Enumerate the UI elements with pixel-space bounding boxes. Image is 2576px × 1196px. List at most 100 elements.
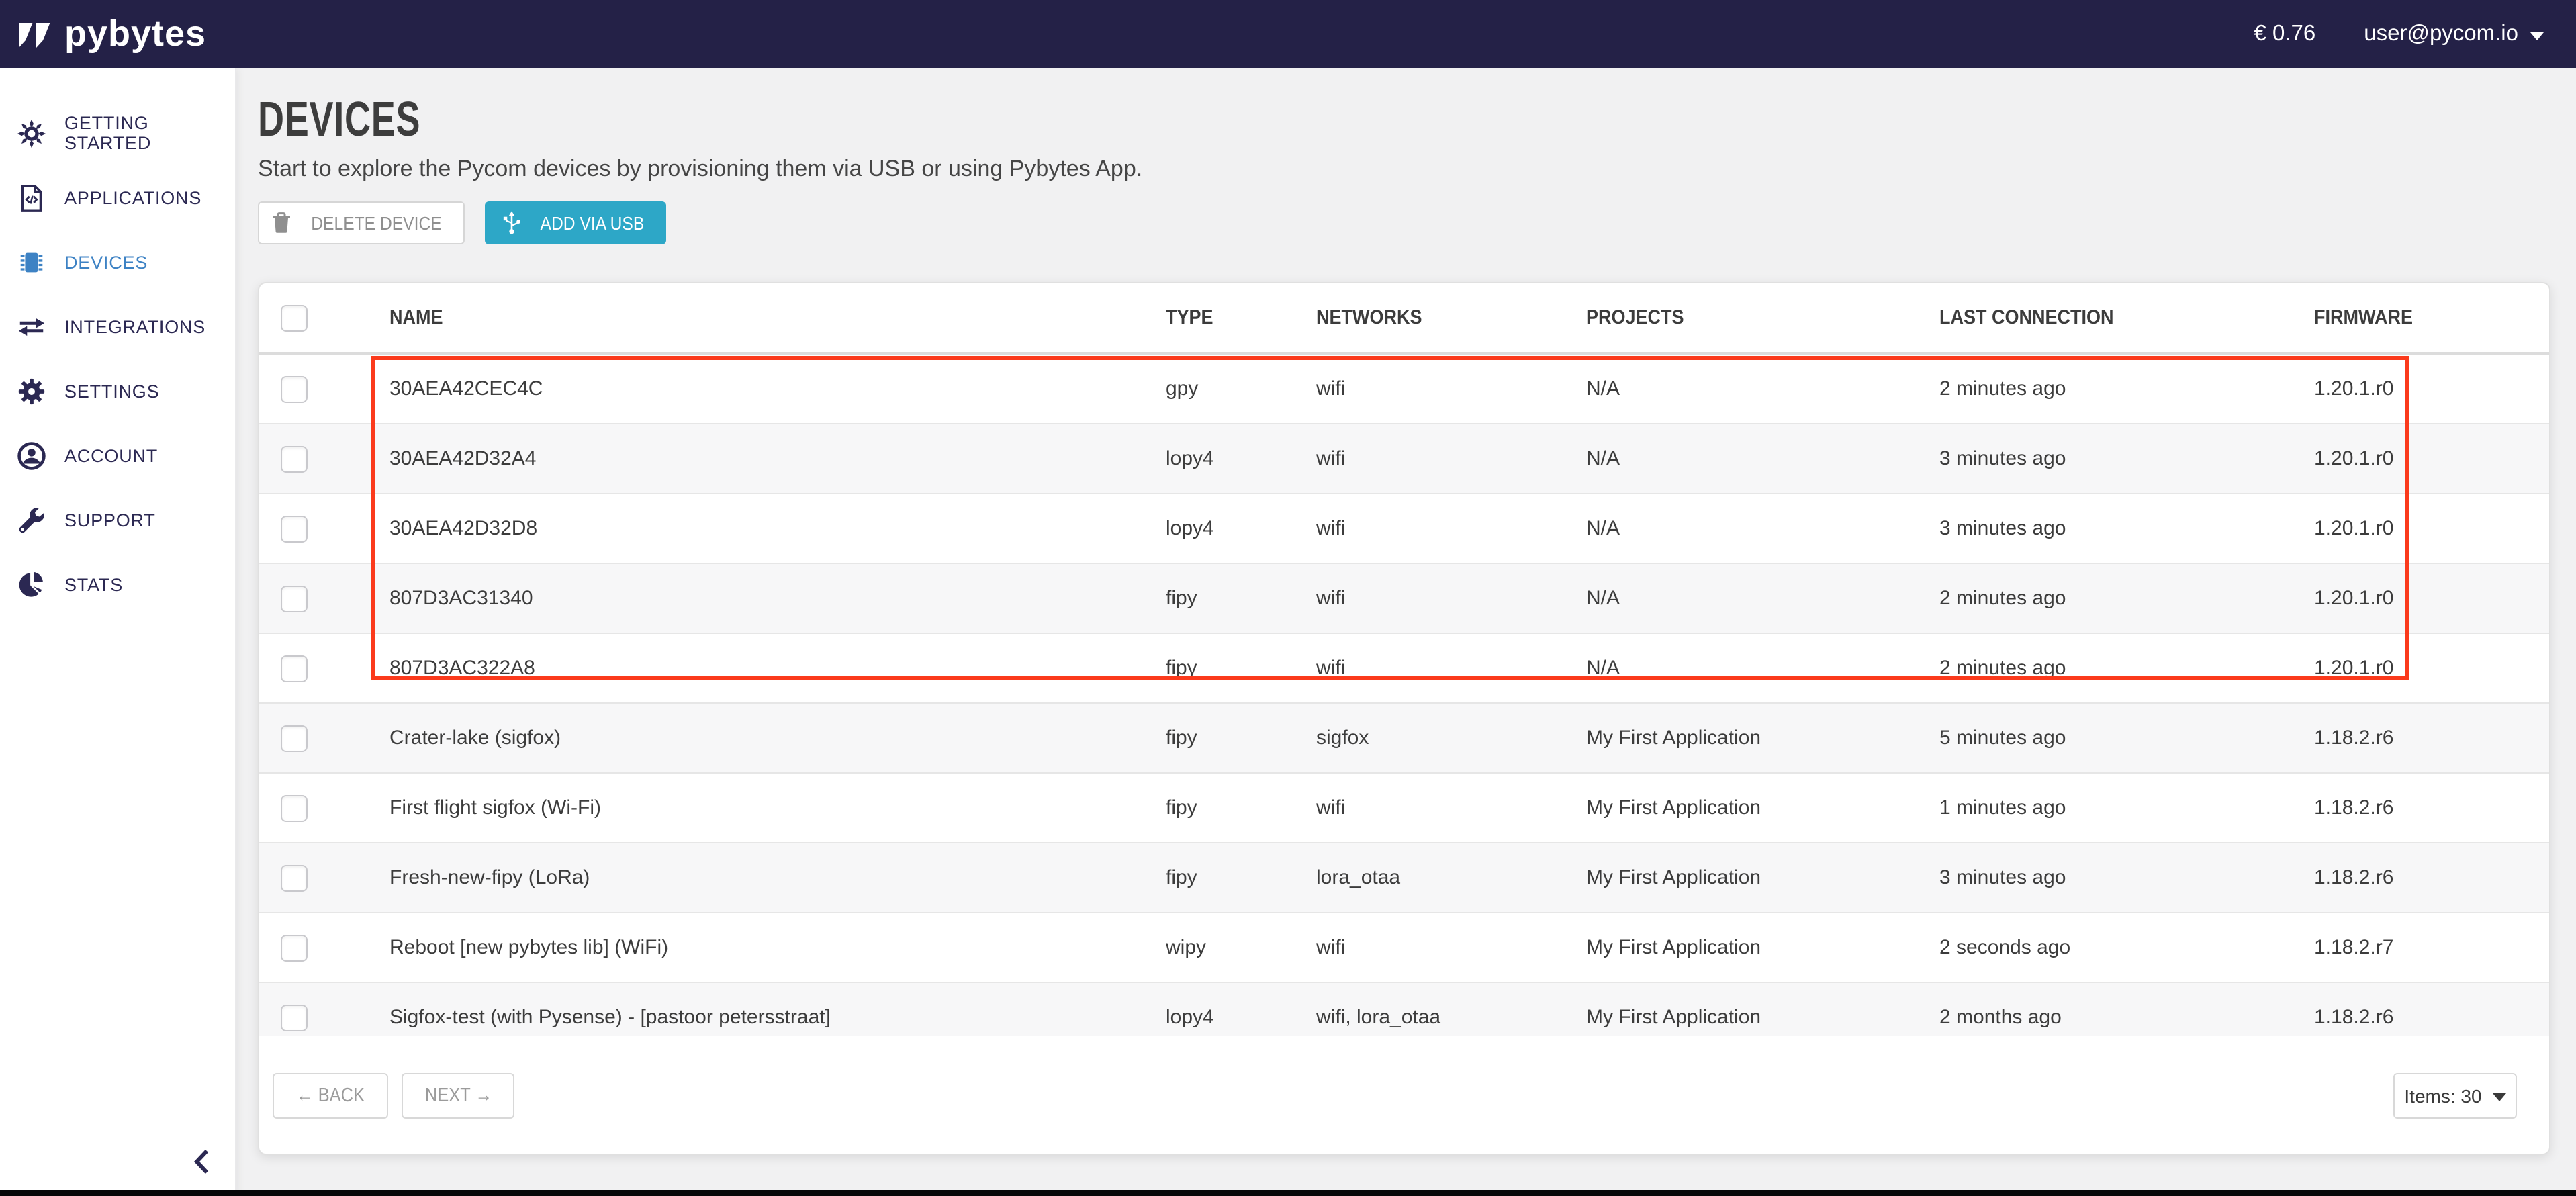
device-name: 30AEA42D32A4 [389,447,1166,470]
row-checkbox[interactable] [281,655,308,682]
add-via-usb-label: ADD VIA USB [540,212,644,234]
device-networks: wifi [1316,517,1586,540]
table-row[interactable]: 30AEA42D32A4 lopy4 wifi N/A 3 minutes ag… [259,424,2549,494]
device-type: lopy4 [1166,447,1316,470]
device-type: fipy [1166,657,1316,680]
table-row[interactable]: 807D3AC31340 fipy wifi N/A 2 minutes ago… [259,564,2549,634]
main-content: DEVICES Start to explore the Pycom devic… [235,68,2576,1196]
table-row[interactable]: Reboot [new pybytes lib] (WiFi) wipy wif… [259,913,2549,983]
sidebar-item-support[interactable]: SUPPORT [0,488,235,552]
account-balance: € 0.76 [2254,21,2316,47]
sidebar-item-applications[interactable]: APPLICATIONS [0,165,235,230]
devices-table: NAME TYPE NETWORKS PROJECTS LAST CONNECT… [258,282,2550,1155]
sidebar-item-label: SUPPORT [64,510,156,530]
next-button[interactable]: NEXT → [402,1073,514,1119]
sidebar-item-settings[interactable]: SETTINGS [0,359,235,423]
device-type: wipy [1166,936,1316,959]
device-firmware: 1.18.2.r7 [2314,936,2549,959]
device-firmware: 1.20.1.r0 [2314,447,2549,470]
device-firmware: 1.20.1.r0 [2314,657,2549,680]
chevron-down-icon [2493,1093,2506,1101]
table-row[interactable]: 30AEA42D32D8 lopy4 wifi N/A 3 minutes ag… [259,494,2549,564]
items-per-page-dropdown[interactable]: Items: 30 [2393,1073,2517,1119]
sidebar-item-label: DEVICES [64,252,148,272]
sidebar-collapse-button[interactable] [185,1145,218,1177]
device-last-connection: 5 minutes ago [1939,727,2314,749]
column-header-type: TYPE [1166,306,1316,329]
sidebar-item-label: APPLICATIONS [64,187,201,208]
user-email: user@pycom.io [2364,21,2518,47]
device-name: Reboot [new pybytes lib] (WiFi) [389,936,1166,959]
next-label: NEXT → [424,1085,492,1107]
device-projects: N/A [1586,447,1939,470]
sidebar-item-getting-started[interactable]: GETTING STARTED [0,101,235,165]
pagination-bar: ← BACK NEXT → Items: 30 [259,1036,2549,1154]
sidebar-item-label: GETTING STARTED [64,113,235,153]
user-menu[interactable]: user@pycom.io [2364,21,2544,47]
device-projects: My First Application [1586,936,1939,959]
device-type: fipy [1166,866,1316,889]
device-firmware: 1.20.1.r0 [2314,377,2549,400]
row-checkbox[interactable] [281,794,308,821]
gear-icon [16,375,47,406]
column-header-firmware: FIRMWARE [2314,306,2549,329]
device-networks: wifi [1316,657,1586,680]
sidebar-item-label: SETTINGS [64,381,159,401]
sidebar-item-label: INTEGRATIONS [64,316,205,336]
page-title: DEVICES [258,95,1996,144]
delete-device-label: DELETE DEVICE [312,212,442,234]
device-networks: lora_otaa [1316,866,1586,889]
pie-chart-icon [16,569,47,600]
device-firmware: 1.18.2.r6 [2314,866,2549,889]
trash-icon [272,212,292,234]
device-type: lopy4 [1166,517,1316,540]
sidebar-item-integrations[interactable]: INTEGRATIONS [0,294,235,359]
device-projects: My First Application [1586,866,1939,889]
sidebar-item-stats[interactable]: STATS [0,552,235,616]
row-checkbox[interactable] [281,1004,308,1031]
back-button[interactable]: ← BACK [273,1073,388,1119]
row-checkbox[interactable] [281,585,308,612]
device-firmware: 1.20.1.r0 [2314,517,2549,540]
add-via-usb-button[interactable]: ADD VIA USB [485,201,666,244]
device-last-connection: 2 minutes ago [1939,377,2314,400]
table-row[interactable]: First flight sigfox (Wi-Fi) fipy wifi My… [259,774,2549,843]
device-projects: N/A [1586,587,1939,610]
row-checkbox[interactable] [281,934,308,961]
select-all-checkbox[interactable] [281,304,308,331]
table-row[interactable]: 807D3AC322A8 fipy wifi N/A 2 minutes ago… [259,634,2549,704]
row-checkbox[interactable] [281,375,308,402]
chevron-down-icon [2530,32,2544,40]
swap-arrows-icon [16,311,47,342]
delete-device-button[interactable]: DELETE DEVICE [258,201,465,244]
device-last-connection: 2 minutes ago [1939,587,2314,610]
pybytes-logo[interactable]: pybytes [17,15,206,53]
device-networks: wifi [1316,587,1586,610]
device-projects: My First Application [1586,1006,1939,1029]
device-firmware: 1.20.1.r0 [2314,587,2549,610]
row-checkbox[interactable] [281,515,308,542]
sidebar-item-label: ACCOUNT [64,445,158,465]
sidebar-item-devices[interactable]: DEVICES [0,230,235,294]
row-checkbox[interactable] [281,445,308,472]
row-checkbox[interactable] [281,725,308,751]
page-subtitle: Start to explore the Pycom devices by pr… [258,156,2576,183]
device-projects: My First Application [1586,796,1939,819]
column-header-name: NAME [389,306,1166,329]
device-name: Sigfox-test (with Pysense) - [pastoor pe… [389,1006,1166,1029]
device-name: 30AEA42D32D8 [389,517,1166,540]
table-row[interactable]: Fresh-new-fipy (LoRa) fipy lora_otaa My … [259,843,2549,913]
row-checkbox[interactable] [281,864,308,891]
sidebar-item-account[interactable]: ACCOUNT [0,423,235,488]
column-header-networks: NETWORKS [1316,306,1586,329]
device-last-connection: 2 seconds ago [1939,936,2314,959]
topbar: pybytes € 0.76 user@pycom.io [0,0,2576,68]
window-bottom-edge [0,1190,2576,1196]
device-networks: sigfox [1316,727,1586,749]
device-name: Fresh-new-fipy (LoRa) [389,866,1166,889]
table-row[interactable]: 30AEA42CEC4C gpy wifi N/A 2 minutes ago … [259,355,2549,424]
device-last-connection: 3 minutes ago [1939,866,2314,889]
device-type: gpy [1166,377,1316,400]
device-name: 30AEA42CEC4C [389,377,1166,400]
table-row[interactable]: Crater-lake (sigfox) fipy sigfox My Firs… [259,704,2549,774]
